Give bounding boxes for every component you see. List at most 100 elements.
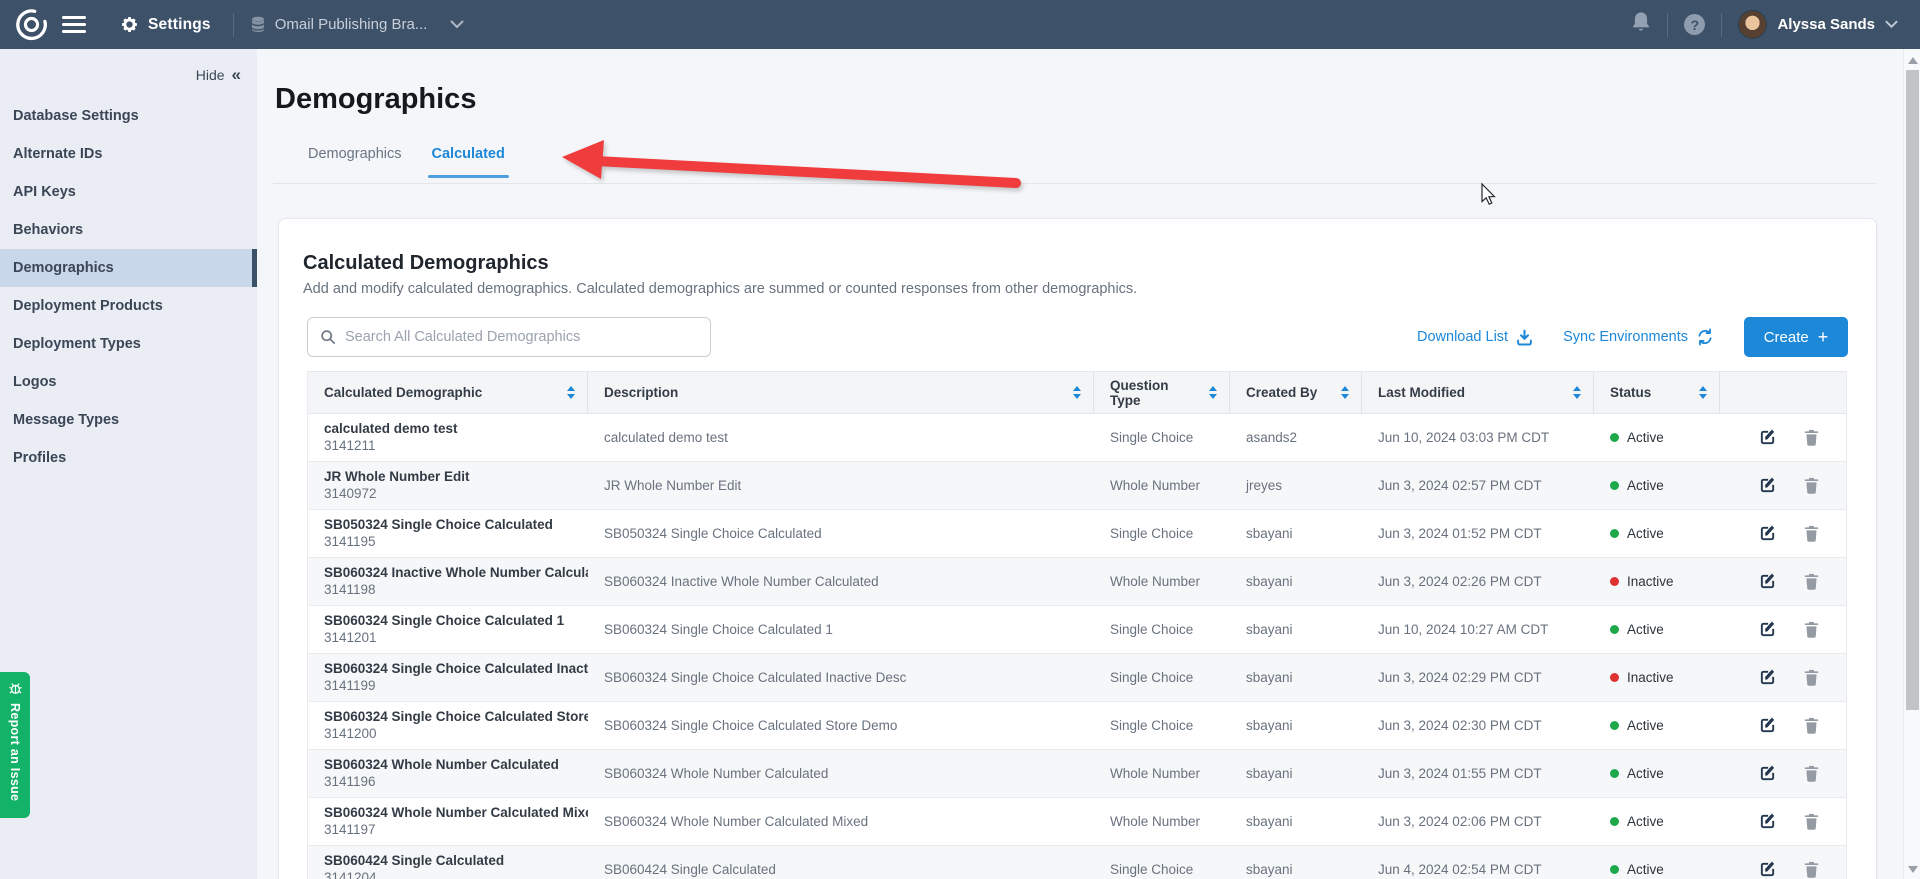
status-dot <box>1610 433 1619 442</box>
scrollbar-thumb[interactable] <box>1906 70 1919 710</box>
tab-calculated[interactable]: Calculated <box>432 146 505 178</box>
sidebar-item-profiles[interactable]: Profiles <box>0 439 257 477</box>
table-row[interactable]: SB060324 Single Choice Calculated 1 3141… <box>308 606 1846 654</box>
table-row[interactable]: JR Whole Number Edit 3140972 JR Whole Nu… <box>308 462 1846 510</box>
delete-icon[interactable] <box>1802 477 1820 495</box>
edit-icon[interactable] <box>1758 813 1776 831</box>
demographic-name: JR Whole Number Edit <box>324 469 470 486</box>
last-modified: Jun 10, 2024 03:03 PM CDT <box>1362 414 1594 461</box>
column-header[interactable]: Created By <box>1230 372 1362 413</box>
settings-nav[interactable]: Settings <box>120 15 211 34</box>
status-label: Inactive <box>1627 574 1674 589</box>
edit-icon[interactable] <box>1758 525 1776 543</box>
question-type: Single Choice <box>1094 510 1230 557</box>
search-input[interactable] <box>345 329 698 345</box>
status-dot <box>1610 529 1619 538</box>
sidebar-item-database-settings[interactable]: Database Settings <box>0 97 257 135</box>
tab-demographics[interactable]: Demographics <box>308 146 402 178</box>
delete-icon[interactable] <box>1802 573 1820 591</box>
column-header[interactable]: Calculated Demographic <box>308 372 588 413</box>
table-row[interactable]: SB060324 Inactive Whole Number Calculate… <box>308 558 1846 606</box>
column-header[interactable]: Description <box>588 372 1094 413</box>
tab-label: Calculated <box>432 146 505 162</box>
column-header-label: Description <box>604 385 678 400</box>
hide-sidebar-button[interactable]: Hide « <box>0 49 257 97</box>
sort-icon[interactable] <box>559 386 575 399</box>
created-by: sbayani <box>1230 846 1362 879</box>
plus-icon: + <box>1818 328 1829 346</box>
report-issue-tab[interactable]: Report an Issue <box>0 672 30 818</box>
sort-icon[interactable] <box>1065 386 1081 399</box>
menu-icon[interactable] <box>62 16 86 33</box>
delete-icon[interactable] <box>1802 813 1820 831</box>
sort-icon[interactable] <box>1201 386 1217 399</box>
sidebar-nav: Database SettingsAlternate IDs API Keys Be… <box>0 97 257 477</box>
sidebar-item-label: Logos <box>13 374 57 390</box>
table-row[interactable]: SB060324 Whole Number Calculated Mixed 3… <box>308 798 1846 846</box>
demographics-table: Calculated Demographic Description Quest… <box>307 371 1847 879</box>
notifications-bell-icon[interactable] <box>1631 11 1651 38</box>
table-row[interactable]: SB060324 Single Choice Calculated Store … <box>308 702 1846 750</box>
user-menu[interactable]: Alyssa Sands <box>1738 10 1898 39</box>
question-type: Single Choice <box>1094 606 1230 653</box>
table-row[interactable]: calculated demo test 3141211 calculated … <box>308 414 1846 462</box>
database-selector[interactable]: Omail Publishing Bra... <box>250 16 465 33</box>
column-header[interactable]: Status <box>1594 372 1720 413</box>
delete-icon[interactable] <box>1802 669 1820 687</box>
demographic-id: 3141197 <box>324 822 376 839</box>
sidebar-item-alternate-ids[interactable]: Alternate IDs <box>0 135 257 173</box>
sidebar-item-demographics[interactable]: Demographics <box>0 249 257 287</box>
edit-icon[interactable] <box>1758 621 1776 639</box>
demographic-description: SB060324 Whole Number Calculated Mixed <box>588 798 1094 845</box>
last-modified: Jun 3, 2024 01:55 PM CDT <box>1362 750 1594 797</box>
app-logo[interactable] <box>0 8 62 41</box>
status-label: Active <box>1627 766 1664 781</box>
created-by: sbayani <box>1230 510 1362 557</box>
sidebar-item-label: API Keys <box>13 184 76 200</box>
table-row[interactable]: SB050324 Single Choice Calculated 314119… <box>308 510 1846 558</box>
sync-environments-link[interactable]: Sync Environments <box>1563 328 1714 346</box>
edit-icon[interactable] <box>1758 669 1776 687</box>
delete-icon[interactable] <box>1802 621 1820 639</box>
delete-icon[interactable] <box>1802 717 1820 735</box>
sidebar-item-message-types[interactable]: Message Types <box>0 401 257 439</box>
table-row[interactable]: SB060424 Single Calculated 3141204 SB060… <box>308 846 1846 879</box>
sidebar-item-logos[interactable]: Logos <box>0 363 257 401</box>
sort-icon[interactable] <box>1333 386 1349 399</box>
help-icon[interactable]: ? <box>1684 14 1705 35</box>
delete-icon[interactable] <box>1802 765 1820 783</box>
delete-icon[interactable] <box>1802 429 1820 447</box>
edit-icon[interactable] <box>1758 573 1776 591</box>
demographic-id: 3141196 <box>324 774 376 791</box>
question-type: Whole Number <box>1094 462 1230 509</box>
edit-icon[interactable] <box>1758 861 1776 879</box>
column-header[interactable]: Question Type <box>1094 372 1230 413</box>
status-dot <box>1610 769 1619 778</box>
delete-icon[interactable] <box>1802 525 1820 543</box>
user-name: Alyssa Sands <box>1777 16 1875 33</box>
vertical-scrollbar[interactable] <box>1903 49 1920 879</box>
sidebar-item-api-keys[interactable]: API Keys <box>0 173 257 211</box>
edit-icon[interactable] <box>1758 429 1776 447</box>
edit-icon[interactable] <box>1758 765 1776 783</box>
edit-icon[interactable] <box>1758 717 1776 735</box>
edit-icon[interactable] <box>1758 477 1776 495</box>
create-button[interactable]: Create + <box>1744 317 1848 357</box>
table-row[interactable]: SB060324 Whole Number Calculated 3141196… <box>308 750 1846 798</box>
table-row[interactable]: SB060324 Single Choice Calculated Inacti… <box>308 654 1846 702</box>
demographic-id: 3141199 <box>324 678 376 695</box>
scroll-down-arrow[interactable] <box>1908 866 1918 873</box>
download-list-link[interactable]: Download List <box>1417 329 1533 346</box>
demographic-description: SB060324 Inactive Whole Number Calculate… <box>588 558 1094 605</box>
sidebar-item-deployment-products[interactable]: Deployment Products <box>0 287 257 325</box>
status-label: Active <box>1627 622 1664 637</box>
column-header[interactable]: Last Modified <box>1362 372 1594 413</box>
status-label: Active <box>1627 862 1664 877</box>
sidebar-item-deployment-types[interactable]: Deployment Types <box>0 325 257 363</box>
delete-icon[interactable] <box>1802 861 1820 879</box>
sort-icon[interactable] <box>1691 386 1707 399</box>
scroll-up-arrow[interactable] <box>1908 57 1918 64</box>
sort-icon[interactable] <box>1565 386 1581 399</box>
sidebar-item-behaviors[interactable]: Behaviors <box>0 211 257 249</box>
sidebar-item-label: Profiles <box>13 450 66 466</box>
